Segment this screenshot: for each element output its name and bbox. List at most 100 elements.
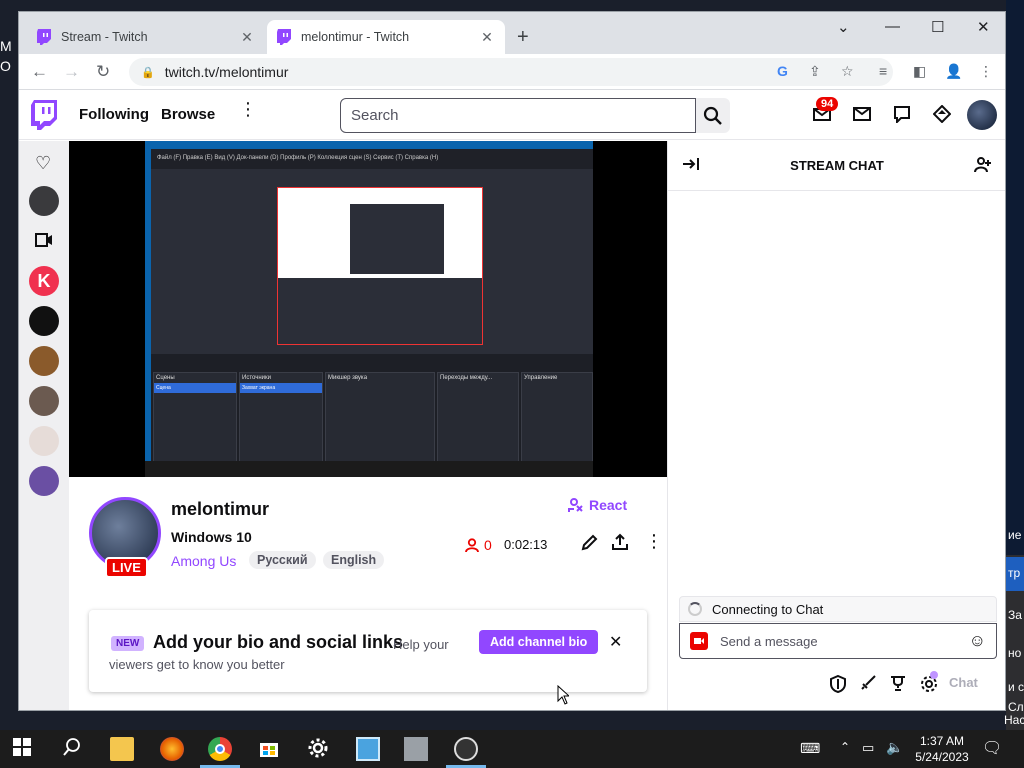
forward-icon[interactable]: → xyxy=(63,62,80,82)
background-text: и ст xyxy=(1008,680,1024,694)
twitch-logo-icon[interactable] xyxy=(31,100,57,135)
keyboard-input-icon[interactable]: ⌨ xyxy=(800,740,820,757)
chrome-icon[interactable] xyxy=(208,737,232,761)
chat-send-button[interactable]: Chat xyxy=(949,675,978,690)
firefox-icon[interactable] xyxy=(160,737,184,761)
search-input[interactable]: Search xyxy=(340,98,696,133)
side-channel-avatar[interactable] xyxy=(29,186,59,216)
side-channel-avatar[interactable] xyxy=(29,306,59,336)
twitch-favicon-icon xyxy=(37,29,53,45)
volume-muted-icon[interactable]: 🔈 xyxy=(886,739,903,756)
tab-stream[interactable]: Stream - Twitch ✕ xyxy=(27,20,265,54)
share-icon[interactable]: ⇪ xyxy=(809,63,821,80)
viewer-count: 0 xyxy=(465,537,492,553)
game-link[interactable]: Among Us xyxy=(171,553,236,569)
bio-subtext: Help your xyxy=(393,637,449,652)
mouse-cursor-icon xyxy=(557,684,571,710)
clock-date: 5/24/2023 xyxy=(915,750,969,764)
viewer-count-value: 0 xyxy=(484,537,492,553)
minimize-button[interactable]: — xyxy=(885,18,900,35)
tag-english[interactable]: English xyxy=(323,551,385,569)
file-explorer-icon[interactable] xyxy=(110,737,134,761)
side-channel-avatar[interactable] xyxy=(29,466,59,496)
background-text: Настро xyxy=(1004,713,1024,727)
bio-subtext: viewers get to know you better xyxy=(109,657,285,672)
close-window-button[interactable]: ✕ xyxy=(977,18,990,36)
virtual-machine-icon[interactable] xyxy=(404,737,428,761)
chat-message-input[interactable]: Send a message ☺ xyxy=(679,623,997,659)
recommended-video-icon[interactable] xyxy=(35,233,53,252)
new-tab-button[interactable]: + xyxy=(517,26,529,49)
media-list-icon[interactable]: ≡ xyxy=(879,63,887,79)
edit-pencil-icon[interactable] xyxy=(581,533,599,556)
maximize-button[interactable]: ☐ xyxy=(931,18,944,36)
obs-menu-bar: Файл (F) Правка (E) Вид (V) Док-панели (… xyxy=(151,149,593,169)
stream-title: Windows 10 xyxy=(171,529,252,545)
chrome-menu-icon[interactable]: ⋮ xyxy=(979,63,993,80)
obs-window-in-stream: Файл (F) Правка (E) Вид (V) Док-панели (… xyxy=(151,149,593,469)
new-badge: NEW xyxy=(111,636,145,651)
chat-settings-gear-icon[interactable] xyxy=(920,671,938,698)
back-icon[interactable]: ← xyxy=(31,62,48,82)
browse-link[interactable]: Browse xyxy=(161,106,215,123)
close-tab-icon[interactable]: ✕ xyxy=(239,29,255,46)
share-upload-icon[interactable] xyxy=(611,533,629,556)
background-text: За xyxy=(1008,608,1022,622)
reload-icon[interactable]: ↻ xyxy=(96,62,110,82)
address-bar-row: ← → ↻ 🔒 twitch.tv/melontimur G ⇪ ☆ ≡ ◧ 👤… xyxy=(19,54,1005,90)
channel-name[interactable]: melontimur xyxy=(171,499,269,520)
side-channel-avatar[interactable] xyxy=(29,426,59,456)
microsoft-store-icon[interactable] xyxy=(258,737,282,761)
close-icon[interactable]: ✕ xyxy=(609,632,622,652)
side-panel-icon[interactable]: ◧ xyxy=(913,63,926,80)
search-icon[interactable] xyxy=(62,737,86,761)
show-hidden-icons-icon[interactable]: ⌃ xyxy=(840,740,850,754)
more-options-icon[interactable]: ⋮ xyxy=(645,531,663,552)
prime-crown-icon[interactable] xyxy=(932,104,952,128)
clock[interactable]: 1:37 AM 5/24/2023 xyxy=(912,733,972,765)
side-channel-avatar[interactable]: K xyxy=(29,266,59,296)
tab-strip: Stream - Twitch ✕ melontimur - Twitch ✕ … xyxy=(19,12,1005,54)
community-users-icon[interactable] xyxy=(974,156,992,179)
viewers-icon xyxy=(465,537,479,552)
side-channel-avatar[interactable] xyxy=(29,346,59,376)
tab-melontimur[interactable]: melontimur - Twitch ✕ xyxy=(267,20,505,54)
mod-shield-icon[interactable] xyxy=(830,674,846,698)
emote-picker-icon[interactable]: ☺ xyxy=(969,631,986,651)
sword-icon[interactable] xyxy=(860,675,876,696)
whispers-icon[interactable] xyxy=(893,105,911,128)
google-translate-icon[interactable]: G xyxy=(777,63,788,79)
video-player[interactable]: Файл (F) Правка (E) Вид (V) Док-панели (… xyxy=(69,141,667,477)
connecting-status: Connecting to Chat xyxy=(679,596,997,622)
stream-uptime: 0:02:13 xyxy=(504,537,548,552)
obs-studio-icon[interactable] xyxy=(454,737,478,761)
background-text: но xyxy=(1008,646,1022,660)
side-channel-avatar[interactable] xyxy=(29,386,59,416)
close-tab-icon[interactable]: ✕ xyxy=(479,29,495,46)
followed-channels-heart-icon[interactable]: ♡ xyxy=(35,153,51,174)
settings-gear-icon[interactable] xyxy=(307,737,331,761)
following-link[interactable]: Following xyxy=(79,106,149,123)
add-channel-bio-button[interactable]: Add channel bio xyxy=(479,630,599,654)
twitch-page: Following Browse ⋮ Search 94 ♡ K Файл (F… xyxy=(19,90,1005,710)
obs-docks: Сцены Сцена Источники Захват экрана Микшер… xyxy=(151,354,593,469)
trophy-icon[interactable] xyxy=(890,675,906,696)
control-panel-icon[interactable] xyxy=(356,737,380,761)
user-avatar[interactable] xyxy=(967,100,997,130)
live-badge: LIVE xyxy=(105,557,148,578)
loading-spinner-icon xyxy=(688,602,702,616)
action-center-icon[interactable]: 🗨 xyxy=(982,738,1002,758)
search-button[interactable] xyxy=(696,98,730,133)
stream-chat: STREAM CHAT Connecting to Chat Send a me… xyxy=(667,141,1005,710)
stream-video-frame: Файл (F) Правка (E) Вид (V) Док-панели (… xyxy=(145,141,593,477)
more-menu-icon[interactable]: ⋮ xyxy=(239,100,257,118)
tab-search-icon[interactable]: ⌄ xyxy=(837,18,850,36)
network-icon[interactable]: ▭ xyxy=(862,740,874,756)
bookmark-star-icon[interactable]: ☆ xyxy=(841,63,854,80)
windows-start-icon[interactable] xyxy=(12,737,36,761)
chat-identity-icon[interactable] xyxy=(690,632,708,650)
inbox-icon[interactable] xyxy=(853,105,871,128)
tag-russian[interactable]: Русский xyxy=(249,551,316,569)
react-button[interactable]: React xyxy=(567,497,627,513)
profile-icon[interactable]: 👤 xyxy=(945,63,962,80)
